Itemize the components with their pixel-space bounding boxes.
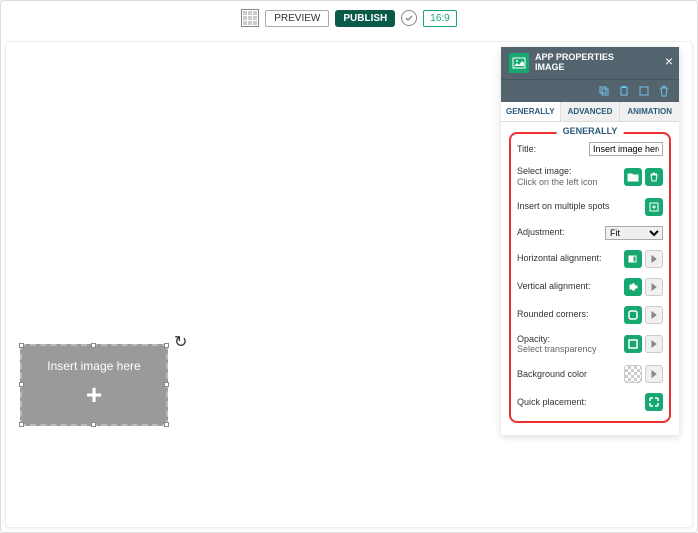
- resize-handle[interactable]: [164, 382, 169, 387]
- close-icon[interactable]: ×: [665, 53, 673, 69]
- trash-icon[interactable]: [657, 84, 671, 98]
- bg-color-button[interactable]: [624, 365, 642, 383]
- quick-placement-button[interactable]: [645, 393, 663, 411]
- section-title: GENERALLY: [557, 126, 624, 136]
- resize-handle[interactable]: [164, 422, 169, 427]
- opacity-button[interactable]: [624, 335, 642, 353]
- panel-subtitle: IMAGE: [535, 63, 614, 73]
- tab-animation[interactable]: ANIMATION: [620, 102, 679, 121]
- publish-button[interactable]: PUBLISH: [335, 10, 395, 27]
- image-icon: [509, 53, 529, 73]
- widget-label: Insert image here: [47, 359, 140, 373]
- multi-spots-label: Insert on multiple spots: [517, 201, 610, 212]
- resize-handle[interactable]: [91, 422, 96, 427]
- properties-panel: APP PROPERTIES IMAGE × GENERALLY ADVANCE…: [501, 47, 679, 435]
- resize-handle[interactable]: [19, 422, 24, 427]
- bg-color-label: Background color: [517, 369, 587, 380]
- grid-icon[interactable]: [241, 9, 259, 27]
- delete-image-icon[interactable]: [645, 168, 663, 186]
- expand-icon[interactable]: [645, 278, 663, 296]
- copy-icon[interactable]: [597, 84, 611, 98]
- resize-handle[interactable]: [19, 382, 24, 387]
- plus-icon: +: [86, 379, 102, 411]
- rotate-icon[interactable]: ↻: [174, 332, 187, 352]
- resize-handle[interactable]: [91, 343, 96, 348]
- expand-icon[interactable]: [645, 335, 663, 353]
- title-label: Title:: [517, 144, 536, 155]
- expand-icon[interactable]: [645, 365, 663, 383]
- v-align-button[interactable]: [624, 278, 642, 296]
- rounded-label: Rounded corners:: [517, 309, 589, 320]
- aspect-ratio-label: 16:9: [423, 10, 456, 27]
- tab-generally[interactable]: GENERALLY: [501, 102, 561, 121]
- h-align-button[interactable]: [624, 250, 642, 268]
- duplicate-icon[interactable]: [637, 84, 651, 98]
- quick-placement-label: Quick placement:: [517, 397, 587, 408]
- preview-button[interactable]: PREVIEW: [265, 10, 329, 27]
- expand-icon[interactable]: [645, 306, 663, 324]
- adjustment-label: Adjustment:: [517, 227, 565, 238]
- rounded-button[interactable]: [624, 306, 642, 324]
- paste-icon[interactable]: [617, 84, 631, 98]
- h-align-label: Horizontal alignment:: [517, 253, 602, 264]
- opacity-label: Opacity: Select transparency: [517, 334, 597, 356]
- expand-icon[interactable]: [645, 250, 663, 268]
- title-input[interactable]: [589, 142, 663, 156]
- image-placeholder-widget[interactable]: Insert image here +: [20, 344, 168, 426]
- resize-handle[interactable]: [19, 343, 24, 348]
- resize-handle[interactable]: [164, 343, 169, 348]
- multi-spots-button[interactable]: [645, 198, 663, 216]
- folder-icon[interactable]: [624, 168, 642, 186]
- toolbar: PREVIEW PUBLISH 16:9: [1, 1, 697, 35]
- select-image-label: Select image: Click on the left icon: [517, 166, 598, 188]
- adjustment-select[interactable]: Fit: [605, 226, 663, 240]
- v-align-label: Vertical alignment:: [517, 281, 591, 292]
- tab-advanced[interactable]: ADVANCED: [561, 102, 621, 121]
- check-icon[interactable]: [401, 10, 417, 26]
